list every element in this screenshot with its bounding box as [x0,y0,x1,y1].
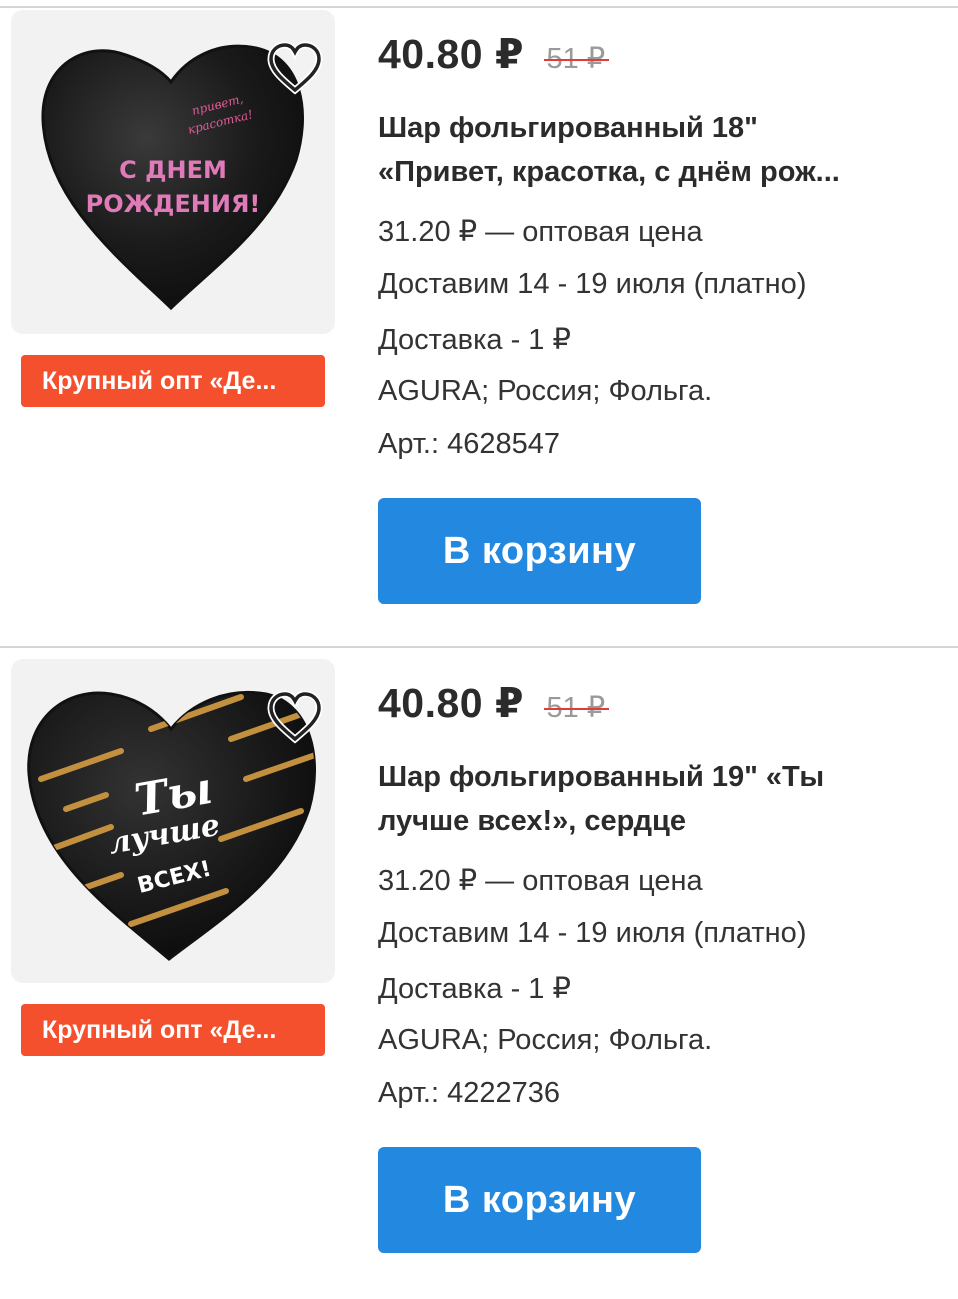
product-title[interactable]: Шар фольгированный 18" «Привет, красотка… [378,106,918,194]
product-title-line[interactable]: Шар фольгированный 19" «Ты [378,755,918,799]
add-to-cart-button[interactable]: В корзину [378,498,701,604]
price-row: 40.80 ₽ 51 ₽ [378,30,610,78]
balloon-text-big-2: РОЖДЕНИЯ! [86,190,261,218]
product-image[interactable]: привет, красотка! С ДНЕМ РОЖДЕНИЯ! [11,10,335,334]
product-title-line[interactable]: «Привет, красотка, с днём рож... [378,150,918,194]
add-to-cart-button[interactable]: В корзину [378,1147,701,1253]
product-card[interactable]: привет, красотка! С ДНЕМ РОЖДЕНИЯ! Крупн… [0,10,958,650]
product-attributes: AGURA; Россия; Фольга. [378,1024,713,1056]
product-title-line[interactable]: лучше всех!», сердце [378,799,918,843]
old-price: 51 ₽ [544,692,610,724]
delivery-date: Доставим 14 - 19 июля (платно) [378,917,807,949]
delivery-date: Доставим 14 - 19 июля (платно) [378,268,807,300]
seller-badge[interactable]: Крупный опт «Де... [21,355,325,407]
product-title-line[interactable]: Шар фольгированный 18" [378,106,918,150]
delivery-cost: Доставка - 1 ₽ [378,973,571,1005]
product-attributes: AGURA; Россия; Фольга. [378,375,713,407]
product-card[interactable]: Ты лучше ВСЕХ! Крупный опт «Де... 40.80 … [0,659,958,1299]
current-price: 40.80 ₽ [378,680,525,726]
top-divider [0,6,958,8]
product-title[interactable]: Шар фольгированный 19" «Ты лучше всех!»,… [378,755,918,843]
seller-badge[interactable]: Крупный опт «Де... [21,1004,325,1056]
card-divider [0,646,958,648]
heart-outline-icon[interactable] [265,689,325,745]
old-price: 51 ₽ [544,43,610,75]
product-image[interactable]: Ты лучше ВСЕХ! [11,659,335,983]
article-number: Арт.: 4628547 [378,428,560,460]
heart-outline-icon[interactable] [265,40,325,96]
article-number: Арт.: 4222736 [378,1077,560,1109]
price-row: 40.80 ₽ 51 ₽ [378,679,610,727]
wholesale-price: 31.20 ₽ — оптовая цена [378,216,703,248]
wholesale-price: 31.20 ₽ — оптовая цена [378,865,703,897]
balloon-text-big-1: С ДНЕМ [119,156,227,184]
delivery-cost: Доставка - 1 ₽ [378,324,571,356]
current-price: 40.80 ₽ [378,31,525,77]
